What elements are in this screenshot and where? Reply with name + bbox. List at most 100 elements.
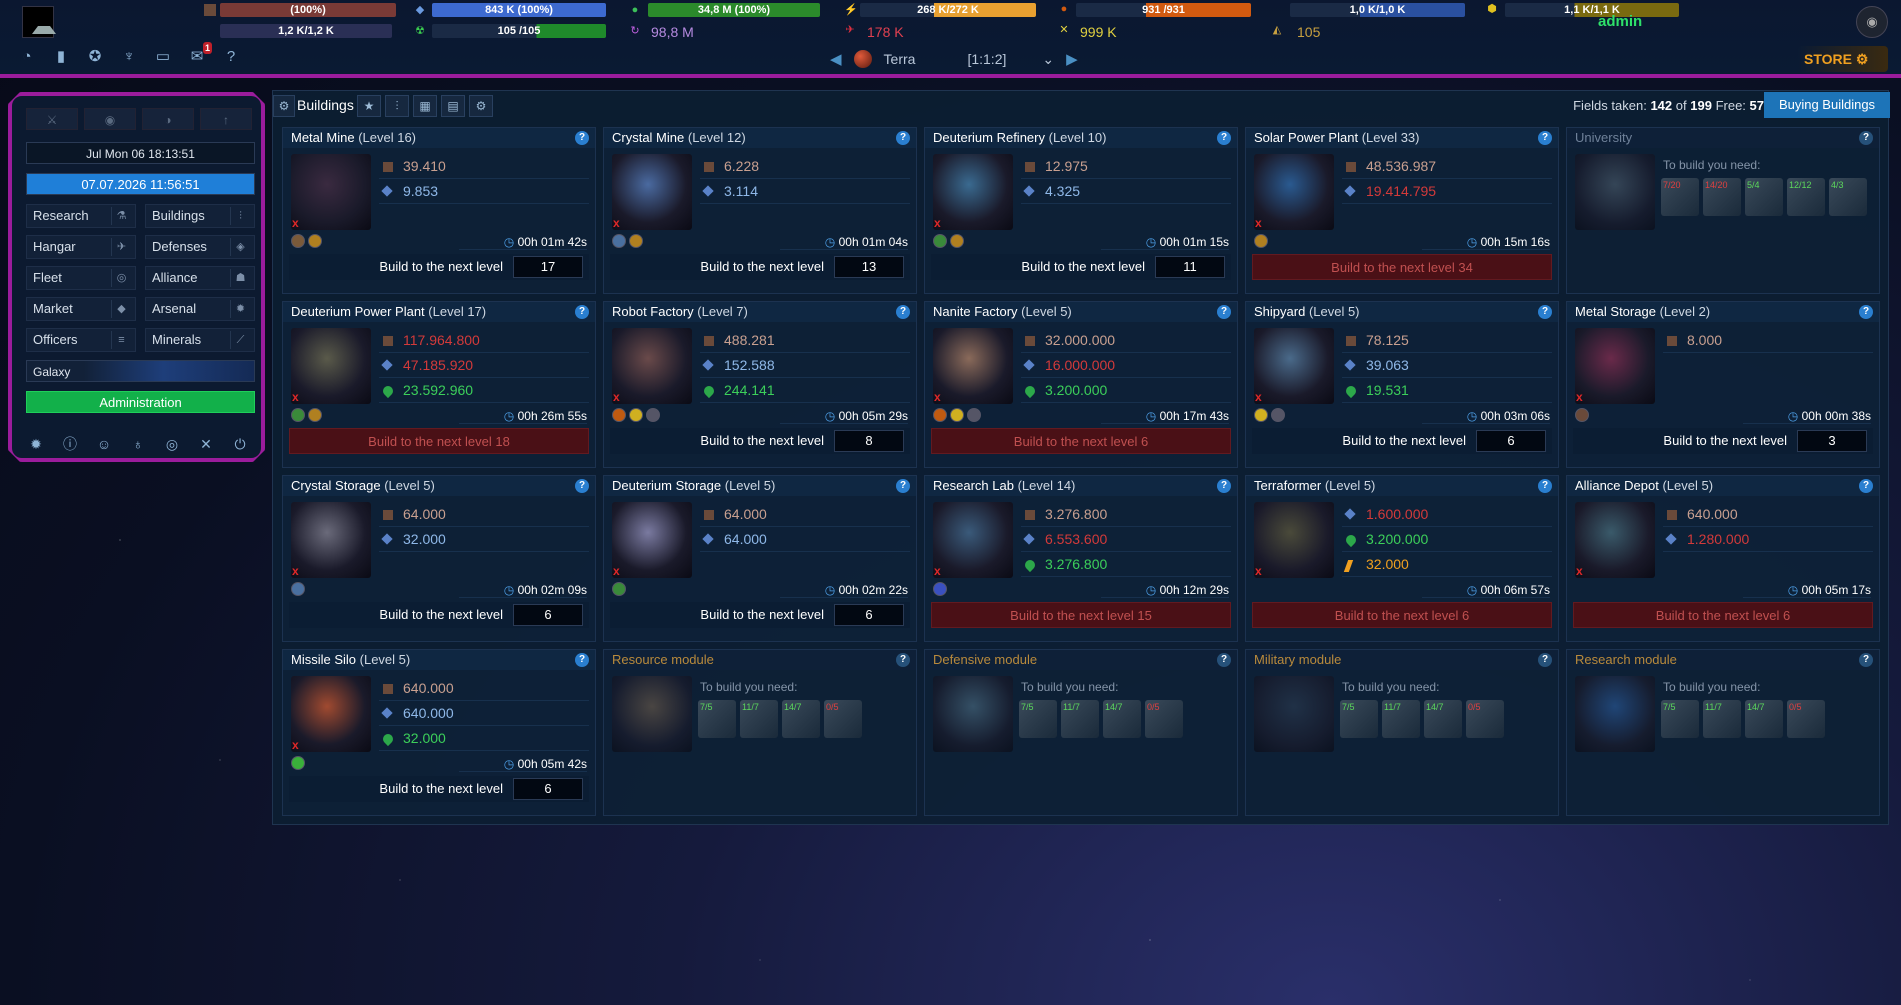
help-icon[interactable]: ? [1538,479,1552,493]
requirement-icon[interactable] [291,408,305,422]
messages-icon[interactable]: ✉ 1 [186,42,212,68]
help-icon[interactable]: ? [1538,653,1552,667]
build-button[interactable]: Build to the next level 13 [610,254,910,280]
help-icon[interactable]: ? [220,46,242,68]
buddies-icon[interactable]: ☺ [94,434,114,454]
help-icon[interactable]: ? [896,479,910,493]
help-icon[interactable]: ? [575,479,589,493]
sidebar-item-hangar[interactable]: Hangar ✈ [26,235,136,259]
requirement-tile[interactable]: 14/7 [782,700,820,738]
modules-icon[interactable]: ⚙ [469,95,493,117]
planet-selector[interactable]: ◀ Terra [1:1:2] ⌄ ▶ [830,50,1078,68]
building-image[interactable] [612,676,692,752]
requirement-tile[interactable]: 11/7 [1382,700,1420,738]
cancel-icon[interactable]: x [1255,564,1262,578]
requirement-tile[interactable]: 0/5 [1145,700,1183,738]
help-icon[interactable]: ? [1217,131,1231,145]
build-button[interactable]: Build to the next level 6 [1252,428,1552,454]
requirement-icon[interactable] [612,582,626,596]
building-image[interactable] [1575,502,1655,578]
sidebar-item-alliance[interactable]: Alliance ☗ [145,266,255,290]
building-title[interactable]: Deuterium Storage (Level 5) [604,476,916,496]
building-title[interactable]: Defensive module [925,650,1237,670]
requirement-tile[interactable]: 0/5 [824,700,862,738]
cancel-icon[interactable]: x [934,216,941,230]
help-icon[interactable]: ? [575,653,589,667]
trophy-icon[interactable]: ♆ [118,46,140,68]
building-image[interactable] [291,676,371,752]
requirement-tile[interactable]: 14/7 [1103,700,1141,738]
sidebar-item-galaxy[interactable]: Galaxy [26,360,255,382]
building-title[interactable]: Research Lab (Level 14) [925,476,1237,496]
cancel-icon[interactable]: x [1255,390,1262,404]
building-title[interactable]: Solar Power Plant (Level 33) [1246,128,1558,148]
buy-buildings-button[interactable]: Buying Buildings [1764,92,1890,118]
building-title[interactable]: Crystal Storage (Level 5) [283,476,595,496]
build-button[interactable]: Build to the next level 17 [289,254,589,280]
help-icon[interactable]: ? [575,131,589,145]
building-title[interactable]: Nanite Factory (Level 5) [925,302,1237,322]
building-title[interactable]: Research module [1567,650,1879,670]
help-icon[interactable]: ? [1859,131,1873,145]
chat-icon[interactable]: ▭ [152,46,174,68]
requirement-icon[interactable] [291,756,305,770]
awards-icon[interactable]: ✪ [84,46,106,68]
sidebar-item-minerals[interactable]: Minerals ⟋ [145,328,255,352]
cancel-icon[interactable]: x [934,564,941,578]
requirement-tile[interactable]: 7/5 [1661,700,1699,738]
chevron-down-icon[interactable]: ⌄ [1042,51,1054,68]
help-icon[interactable]: ? [575,305,589,319]
sidebar-item-defenses[interactable]: Defenses ◈ [145,235,255,259]
requirement-tile[interactable]: 5/4 [1745,178,1783,216]
build-button[interactable]: Build to the next level 11 [931,254,1231,280]
help-icon[interactable]: ? [1859,479,1873,493]
statistics-icon[interactable]: ▮ [50,46,72,68]
requirement-tile[interactable]: 4/3 [1829,178,1867,216]
building-title[interactable]: Missile Silo (Level 5) [283,650,595,670]
help-icon[interactable]: ? [1538,305,1552,319]
building-image[interactable] [1575,676,1655,752]
requirement-icon[interactable] [308,234,322,248]
requirement-icon[interactable] [950,408,964,422]
build-button[interactable]: Build to the next level 8 [610,428,910,454]
support-icon[interactable]: ◎ [162,434,182,454]
requirement-tile[interactable]: 0/5 [1466,700,1504,738]
requirement-tile[interactable]: 12/12 [1787,178,1825,216]
building-image[interactable] [933,154,1013,230]
production-icon[interactable]: ▦ [413,95,437,117]
requirement-icon[interactable] [1254,408,1268,422]
requirement-icon[interactable] [933,582,947,596]
building-image[interactable] [933,502,1013,578]
cancel-icon[interactable]: x [613,390,620,404]
requirement-icon[interactable] [1575,408,1589,422]
requirement-icon[interactable] [629,408,643,422]
cancel-icon[interactable]: x [292,738,299,752]
requirement-tile[interactable]: 11/7 [740,700,778,738]
requirement-icon[interactable] [308,408,322,422]
favorite-icon[interactable]: ★ [357,95,381,117]
requirement-tile[interactable]: 7/5 [1340,700,1378,738]
next-level-field[interactable]: 6 [1476,430,1546,452]
help-icon[interactable]: ? [1217,305,1231,319]
game-logo[interactable] [22,6,56,38]
overview-icon[interactable]: ◔ [16,46,38,68]
requirement-tile[interactable]: 11/7 [1061,700,1099,738]
requirement-icon[interactable] [967,408,981,422]
requirement-icon[interactable] [933,234,947,248]
building-title[interactable]: University [1567,128,1879,148]
requirement-tile[interactable]: 7/5 [698,700,736,738]
username[interactable]: admin [1598,13,1642,30]
building-image[interactable] [933,328,1013,404]
requirement-tile[interactable]: 14/20 [1703,178,1741,216]
help-icon[interactable]: ? [896,305,910,319]
cancel-icon[interactable]: x [1576,564,1583,578]
requirement-tile[interactable]: 14/7 [1745,700,1783,738]
requirement-icon[interactable] [291,582,305,596]
tools-icon[interactable]: ✕ [196,434,216,454]
sidebar-item-fleet[interactable]: Fleet ◎ [26,266,136,290]
requirement-icon[interactable] [1254,234,1268,248]
building-title[interactable]: Alliance Depot (Level 5) [1567,476,1879,496]
settings-icon[interactable]: ✹ [26,434,46,454]
building-title[interactable]: Military module [1246,650,1558,670]
building-image[interactable] [933,676,1013,752]
